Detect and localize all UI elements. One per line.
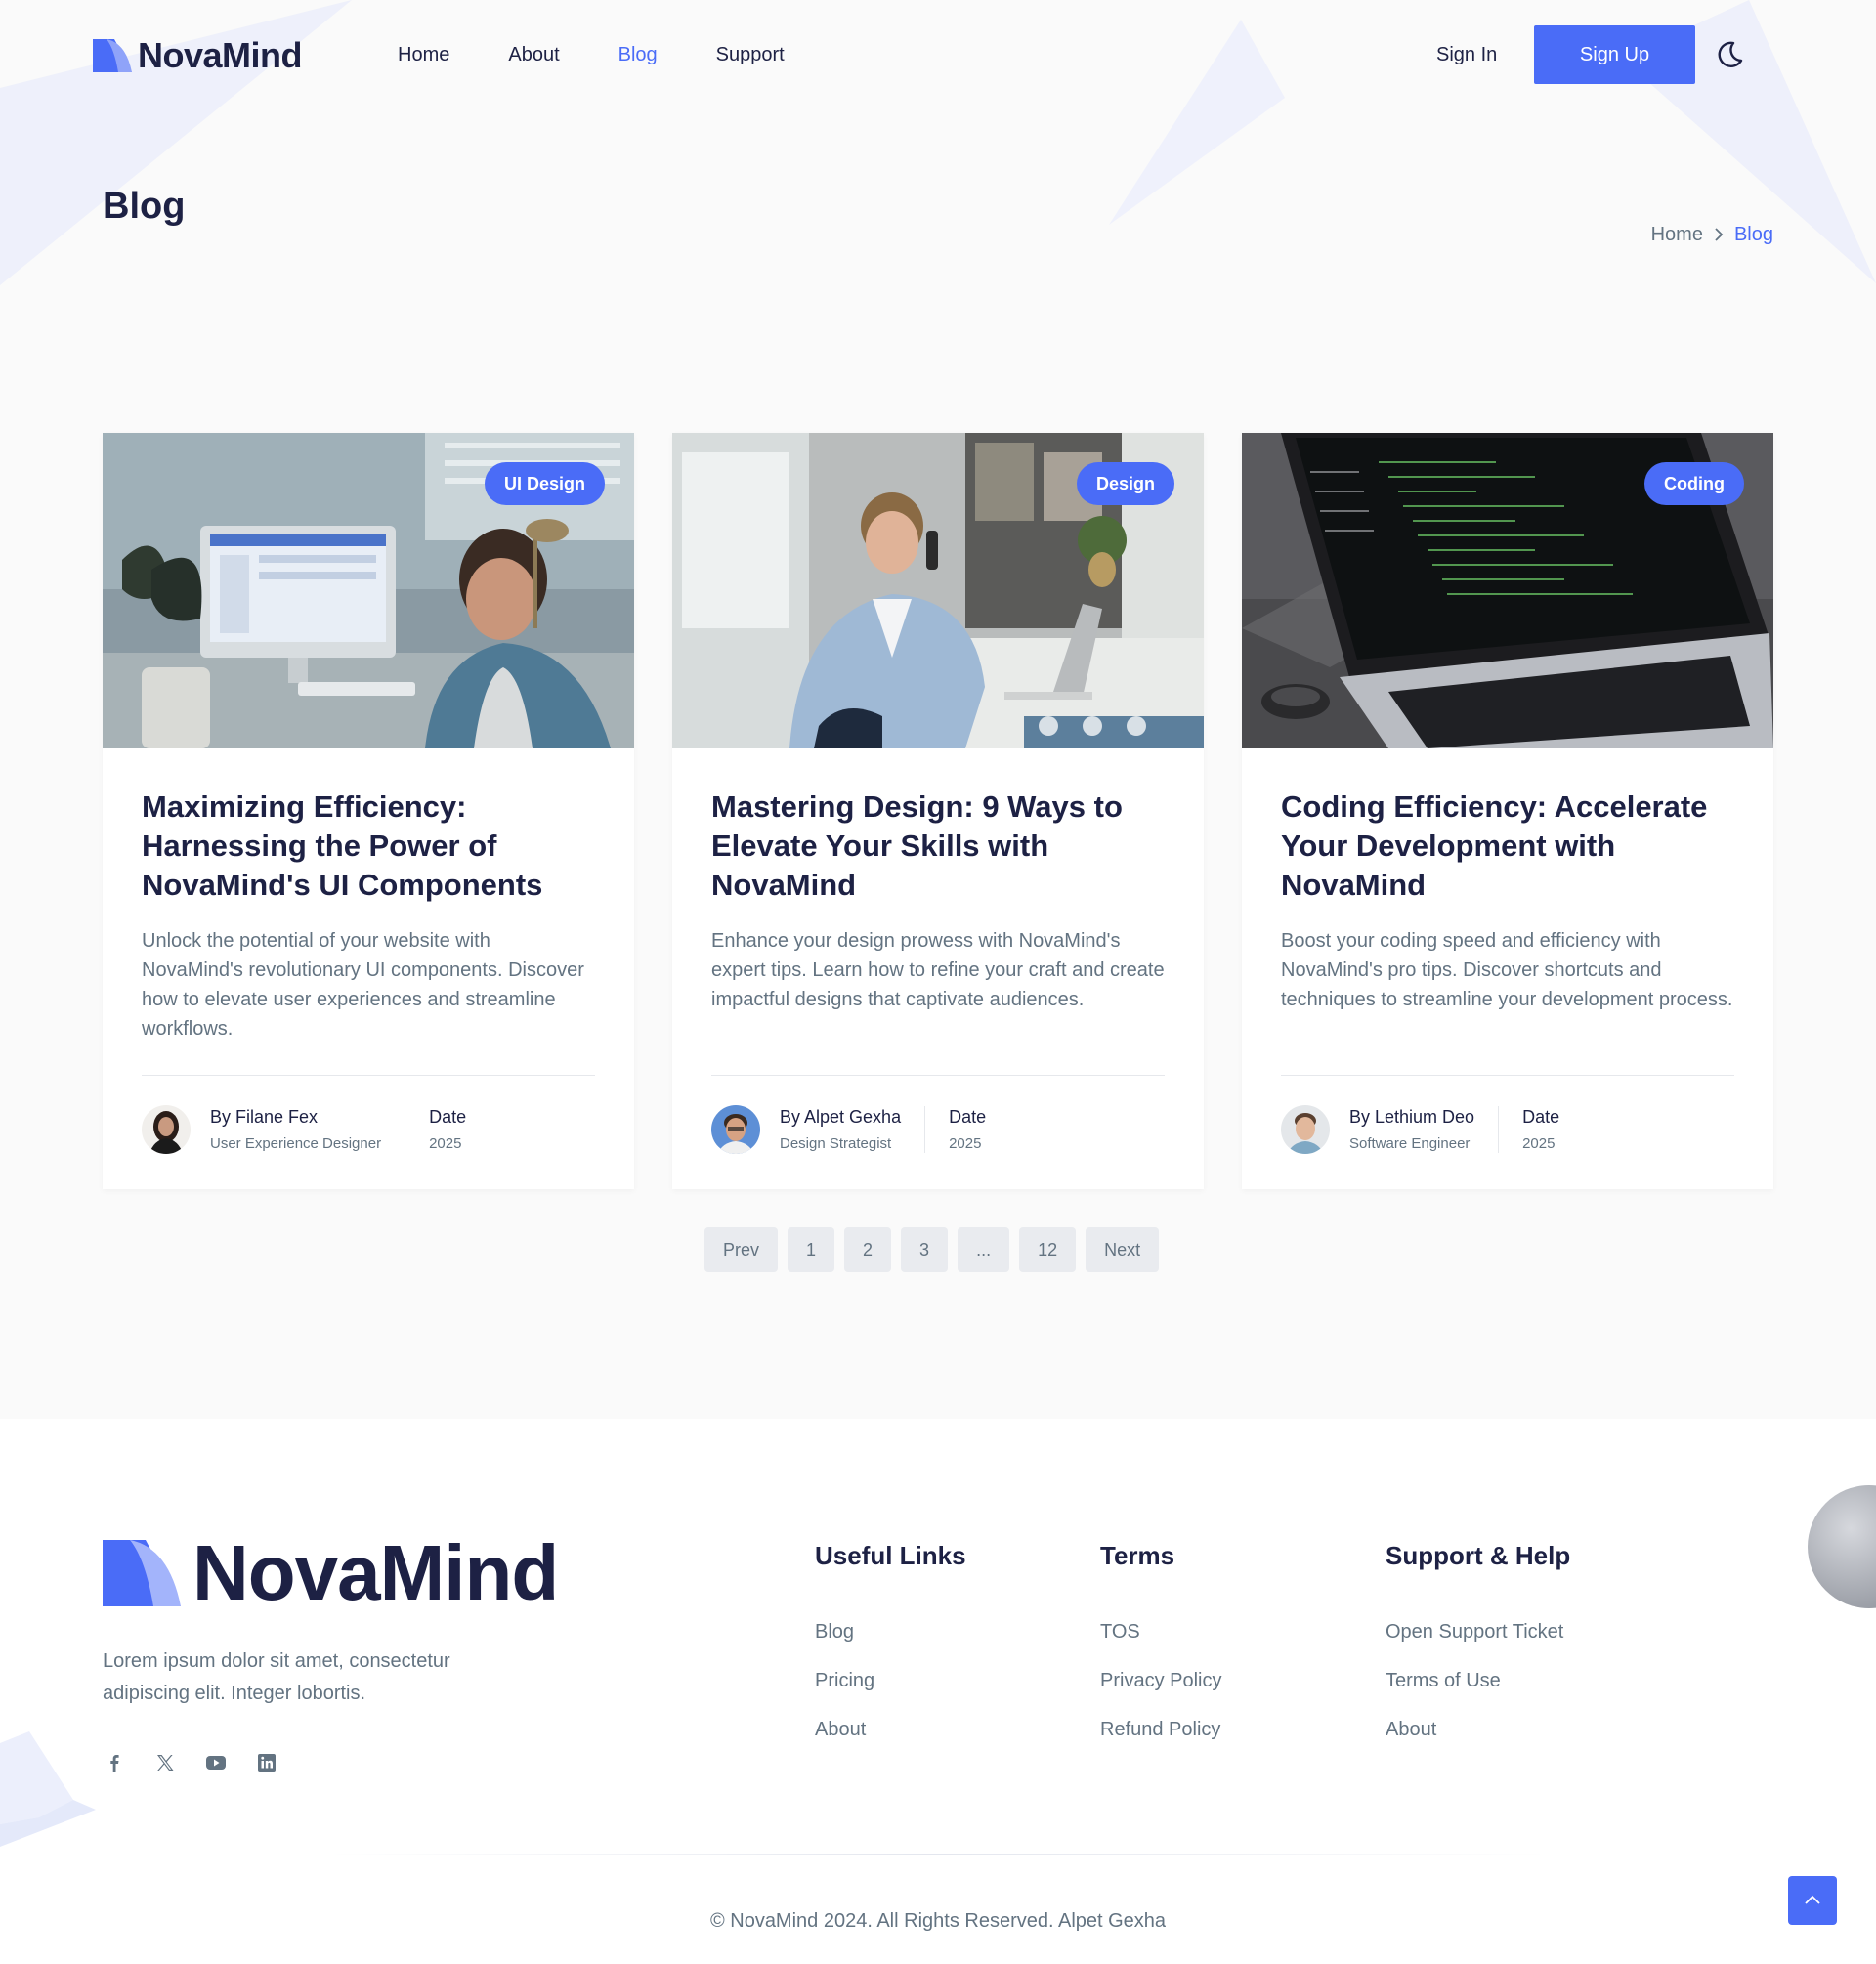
- footer-link-refund-policy[interactable]: Refund Policy: [1100, 1718, 1221, 1741]
- main-nav: Home About Blog Support: [398, 41, 843, 68]
- blog-card-description: Enhance your design prowess with NovaMin…: [711, 930, 1165, 1010]
- chevron-up-icon: [1805, 1895, 1820, 1904]
- footer-decor-sphere: [1808, 1485, 1876, 1608]
- footer-decor-cube: [0, 1731, 96, 1847]
- blog-card-meta: By Lethium Deo Software Engineer Date 20…: [1281, 1105, 1734, 1154]
- chevron-right-icon: [1715, 228, 1724, 241]
- author-avatar: [1281, 1105, 1330, 1154]
- blog-card-description: Boost your coding speed and efficiency w…: [1281, 930, 1733, 1010]
- brand-name: NovaMind: [138, 35, 303, 75]
- category-tag[interactable]: Design: [1076, 462, 1174, 505]
- blog-card-image[interactable]: Design: [672, 433, 1204, 748]
- blog-card-title[interactable]: Coding Efficiency: Accelerate Your Devel…: [1281, 788, 1734, 905]
- category-tag[interactable]: UI Design: [484, 462, 605, 505]
- nav-about[interactable]: About: [508, 41, 559, 68]
- card-divider: [711, 1075, 1165, 1076]
- pagination: Prev 1 2 3 ... 12 Next: [704, 1227, 1160, 1272]
- blog-card-meta: By Filane Fex User Experience Designer D…: [142, 1105, 595, 1154]
- breadcrumb-current: Blog: [1733, 224, 1773, 245]
- moon-icon[interactable]: [1714, 39, 1745, 70]
- pagination-prev[interactable]: Prev: [704, 1227, 779, 1272]
- date-label: Date: [429, 1107, 467, 1127]
- pagination-page-3[interactable]: 3: [901, 1227, 949, 1272]
- sign-up-button[interactable]: Sign Up: [1534, 25, 1695, 84]
- footer-divider: [327, 1854, 1549, 1855]
- footer-column-useful-links: Useful Links Blog Pricing About: [815, 1540, 966, 1767]
- author-role: User Experience Designer: [210, 1135, 382, 1152]
- card-divider: [1281, 1075, 1734, 1076]
- youtube-icon[interactable]: [204, 1751, 228, 1774]
- footer-link-open-support-ticket[interactable]: Open Support Ticket: [1386, 1620, 1570, 1644]
- brand-logo[interactable]: NovaMind: [93, 35, 303, 75]
- linkedin-icon[interactable]: [255, 1751, 278, 1774]
- breadcrumb-home[interactable]: Home: [1651, 223, 1703, 246]
- nav-blog[interactable]: Blog: [618, 41, 658, 68]
- category-tag[interactable]: Coding: [1644, 462, 1744, 505]
- facebook-icon[interactable]: [103, 1751, 126, 1774]
- nav-home[interactable]: Home: [398, 41, 449, 68]
- author-name[interactable]: By Lethium Deo: [1349, 1106, 1474, 1128]
- blog-card-image[interactable]: Coding: [1242, 433, 1773, 748]
- author-name[interactable]: By Filane Fex: [210, 1106, 381, 1128]
- footer-link-pricing[interactable]: Pricing: [815, 1669, 966, 1692]
- author-avatar: [711, 1105, 760, 1154]
- author-role: Software Engineer: [1349, 1135, 1471, 1152]
- footer-column-title: Terms: [1100, 1541, 1175, 1570]
- footer-column-title: Support & Help: [1386, 1541, 1571, 1570]
- pagination-page-2[interactable]: 2: [844, 1227, 892, 1272]
- pagination-page-1[interactable]: 1: [788, 1227, 835, 1272]
- breadcrumb: Home Blog: [1651, 223, 1773, 246]
- blog-card-grid: UI Design Maximizing Efficiency: Harness…: [103, 433, 1773, 1189]
- date-label: Date: [949, 1107, 987, 1127]
- footer-link-tos[interactable]: TOS: [1100, 1620, 1221, 1644]
- footer-brand-logo[interactable]: NovaMind: [103, 1529, 559, 1616]
- blog-card-meta: By Alpet Gexha Design Strategist Date 20…: [711, 1105, 1165, 1154]
- footer-column-terms: Terms TOS Privacy Policy Refund Policy: [1100, 1540, 1221, 1767]
- footer-brand-name: NovaMind: [192, 1529, 559, 1616]
- blog-card-image[interactable]: UI Design: [103, 433, 634, 748]
- pagination-ellipsis: ...: [958, 1227, 1010, 1272]
- x-icon[interactable]: [153, 1751, 177, 1774]
- card-divider: [142, 1075, 595, 1076]
- post-date: 2025: [429, 1135, 462, 1152]
- pagination-next[interactable]: Next: [1086, 1227, 1160, 1272]
- blog-card-title[interactable]: Mastering Design: 9 Ways to Elevate Your…: [711, 788, 1165, 905]
- site-header: NovaMind Home About Blog Support Sign In…: [0, 0, 1876, 109]
- blog-card[interactable]: Design Mastering Design: 9 Ways to Eleva…: [672, 433, 1204, 1189]
- author-name[interactable]: By Alpet Gexha: [780, 1106, 901, 1128]
- footer-link-blog[interactable]: Blog: [815, 1620, 966, 1644]
- footer-about-text: Lorem ipsum dolor sit amet, consectetur …: [103, 1650, 450, 1704]
- footer-column-support: Support & Help Open Support Ticket Terms…: [1386, 1540, 1570, 1767]
- back-to-top-button[interactable]: [1788, 1876, 1837, 1925]
- nav-support[interactable]: Support: [716, 41, 785, 68]
- page-title: Blog: [103, 186, 186, 227]
- date-label: Date: [1522, 1107, 1560, 1127]
- blog-card[interactable]: UI Design Maximizing Efficiency: Harness…: [103, 433, 634, 1189]
- post-date: 2025: [1522, 1135, 1556, 1152]
- footer-link-terms-of-use[interactable]: Terms of Use: [1386, 1669, 1570, 1692]
- social-links: [103, 1751, 306, 1774]
- footer-link-about-support[interactable]: About: [1386, 1718, 1570, 1741]
- author-avatar: [142, 1105, 191, 1154]
- logo-mark-icon: [103, 1540, 181, 1606]
- sign-in-link[interactable]: Sign In: [1436, 41, 1497, 68]
- post-date: 2025: [949, 1135, 982, 1152]
- footer-column-title: Useful Links: [815, 1541, 966, 1570]
- site-footer: NovaMind Lorem ipsum dolor sit amet, con…: [0, 1419, 1876, 1964]
- pagination-page-12[interactable]: 12: [1019, 1227, 1077, 1272]
- logo-mark-icon: [93, 39, 132, 72]
- footer-link-privacy-policy[interactable]: Privacy Policy: [1100, 1669, 1221, 1692]
- footer-link-about[interactable]: About: [815, 1718, 966, 1741]
- blog-card[interactable]: Coding Coding Efficiency: Accelerate You…: [1242, 433, 1773, 1189]
- blog-card-title[interactable]: Maximizing Efficiency: Harnessing the Po…: [142, 788, 595, 905]
- blog-card-description: Unlock the potential of your website wit…: [142, 930, 584, 1040]
- author-role: Design Strategist: [780, 1135, 892, 1152]
- copyright-text: © NovaMind 2024. All Rights Reserved. Al…: [709, 1910, 1167, 1932]
